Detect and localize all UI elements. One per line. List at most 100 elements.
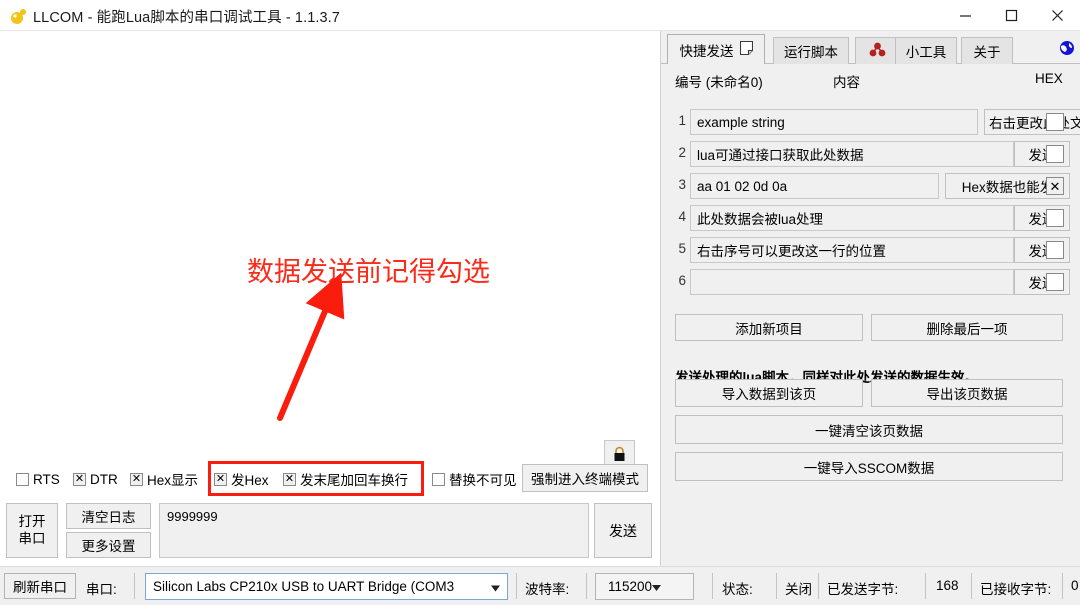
column-header-hex: HEX bbox=[1035, 71, 1063, 86]
tab-quick-send-label: 快捷发送 bbox=[680, 40, 734, 60]
tab-run-script[interactable]: 运行脚本 bbox=[773, 37, 849, 64]
minimize-icon[interactable] bbox=[942, 0, 988, 31]
row-content-input[interactable]: 右击序号可以更改这一行的位置 bbox=[690, 237, 1014, 263]
sent-label: 已发送字节: bbox=[827, 578, 898, 598]
status-divider bbox=[925, 573, 926, 599]
import-page-button[interactable]: 导入数据到该页 bbox=[675, 379, 863, 407]
add-item-button[interactable]: 添加新项目 bbox=[675, 314, 863, 341]
baud-value: 115200 bbox=[608, 579, 652, 594]
sent-value: 168 bbox=[936, 578, 959, 593]
replace-invisible-label: 替换不可见 bbox=[449, 469, 517, 489]
hex-display-checkbox-box[interactable]: ✕ bbox=[130, 473, 143, 486]
export-page-button[interactable]: 导出该页数据 bbox=[871, 379, 1063, 407]
status-divider bbox=[776, 573, 777, 599]
status-divider bbox=[134, 573, 135, 599]
table-row: 1 example string 右击更改此处文字 bbox=[661, 109, 1080, 137]
dtr-label: DTR bbox=[90, 472, 118, 487]
row-number[interactable]: 6 bbox=[673, 273, 686, 288]
log-output-area[interactable] bbox=[0, 31, 660, 431]
annotation-text: 数据发送前记得勾选 bbox=[247, 250, 490, 289]
llcom-window: LLCOM - 能跑Lua脚本的串口调试工具 - 1.1.3.7 RTS ✕ D… bbox=[0, 0, 1080, 605]
status-divider bbox=[818, 573, 819, 599]
table-row: 5 右击序号可以更改这一行的位置 发送 bbox=[661, 237, 1080, 265]
state-value: 关闭 bbox=[785, 578, 812, 598]
checkbox-rts[interactable]: RTS bbox=[16, 466, 60, 492]
row-content-input[interactable]: example string bbox=[690, 109, 978, 135]
more-settings-button[interactable]: 更多设置 bbox=[66, 532, 151, 558]
clear-page-button[interactable]: 一键清空该页数据 bbox=[675, 415, 1063, 444]
status-divider bbox=[971, 573, 972, 599]
port-select[interactable]: Silicon Labs CP210x USB to UART Bridge (… bbox=[145, 573, 508, 600]
globe-icon[interactable] bbox=[1059, 40, 1075, 56]
refresh-ports-button[interactable]: 刷新串口 bbox=[4, 573, 76, 599]
row-hex-checkbox[interactable] bbox=[1046, 145, 1064, 163]
column-header-content: 内容 bbox=[833, 71, 860, 91]
dtr-checkbox-box[interactable]: ✕ bbox=[73, 473, 86, 486]
red-cluster-icon bbox=[869, 42, 886, 60]
table-row: 6 发送 bbox=[661, 269, 1080, 297]
checkbox-dtr[interactable]: ✕ DTR bbox=[73, 466, 118, 492]
tab-tools-label: 小工具 bbox=[906, 41, 947, 61]
page-note-icon bbox=[740, 41, 753, 58]
row-number[interactable]: 1 bbox=[673, 113, 686, 128]
status-divider bbox=[586, 573, 587, 599]
close-icon[interactable] bbox=[1034, 0, 1080, 31]
hex-display-label: Hex显示 bbox=[147, 469, 198, 489]
recv-label: 已接收字节: bbox=[980, 578, 1051, 598]
maximize-icon[interactable] bbox=[988, 0, 1034, 31]
row-content-input[interactable] bbox=[690, 269, 1014, 295]
send-input[interactable]: 9999999 bbox=[159, 503, 589, 558]
tab-tools[interactable]: 小工具 bbox=[895, 37, 957, 64]
red-rectangle-highlight bbox=[208, 461, 424, 496]
tab-cluster[interactable] bbox=[855, 37, 899, 64]
status-bar: 刷新串口 串口: Silicon Labs CP210x USB to UART… bbox=[0, 566, 1080, 605]
chevron-down-icon bbox=[652, 579, 661, 594]
row-action-button[interactable]: 右击更改此处文字 bbox=[984, 109, 1080, 135]
row-number[interactable]: 2 bbox=[673, 145, 686, 160]
table-row: 3 aa 01 02 0d 0a Hex数据也能发 ✕ bbox=[661, 173, 1080, 201]
right-panel: 快捷发送 运行脚本 bbox=[660, 31, 1080, 566]
port-value: Silicon Labs CP210x USB to UART Bridge (… bbox=[153, 579, 454, 594]
row-content-input[interactable]: 此处数据会被lua处理 bbox=[690, 205, 1014, 231]
tab-quick-send[interactable]: 快捷发送 bbox=[667, 34, 765, 64]
tab-about-label: 关于 bbox=[974, 41, 1001, 61]
baud-label: 波特率: bbox=[525, 578, 569, 598]
row-number[interactable]: 4 bbox=[673, 209, 686, 224]
force-terminal-mode-button[interactable]: 强制进入终端模式 bbox=[522, 464, 648, 492]
send-button[interactable]: 发送 bbox=[594, 503, 652, 558]
row-hex-checkbox[interactable] bbox=[1046, 209, 1064, 227]
column-header-number: 编号 (未命名0) bbox=[675, 71, 763, 91]
open-port-button[interactable]: 打开 串口 bbox=[6, 503, 58, 558]
table-row: 4 此处数据会被lua处理 发送 bbox=[661, 205, 1080, 233]
status-divider bbox=[1062, 573, 1063, 599]
chevron-down-icon bbox=[491, 579, 500, 594]
port-label: 串口: bbox=[86, 578, 117, 598]
status-divider bbox=[516, 573, 517, 599]
replace-invisible-checkbox-box[interactable] bbox=[432, 473, 445, 486]
rts-checkbox-box[interactable] bbox=[16, 473, 29, 486]
open-port-line1: 打开 bbox=[19, 514, 46, 531]
row-number[interactable]: 5 bbox=[673, 241, 686, 256]
tab-about[interactable]: 关于 bbox=[961, 37, 1013, 64]
row-content-input[interactable]: lua可通过接口获取此处数据 bbox=[690, 141, 1014, 167]
row-hex-checkbox[interactable] bbox=[1046, 113, 1064, 131]
row-hex-checkbox[interactable]: ✕ bbox=[1046, 177, 1064, 195]
recv-value: 0 bbox=[1071, 578, 1079, 593]
delete-last-button[interactable]: 删除最后一项 bbox=[871, 314, 1063, 341]
checkbox-replace-invisible[interactable]: 替换不可见 bbox=[432, 466, 517, 492]
tab-strip: 快捷发送 运行脚本 bbox=[661, 31, 1080, 64]
baud-select[interactable]: 115200 bbox=[595, 573, 694, 600]
checkbox-hex-display[interactable]: ✕ Hex显示 bbox=[130, 466, 198, 492]
clear-log-button[interactable]: 清空日志 bbox=[66, 503, 151, 529]
open-port-line2: 串口 bbox=[19, 531, 46, 548]
row-content-input[interactable]: aa 01 02 0d 0a bbox=[690, 173, 939, 199]
row-hex-checkbox[interactable] bbox=[1046, 273, 1064, 291]
state-label: 状态: bbox=[722, 578, 753, 598]
title-bar: LLCOM - 能跑Lua脚本的串口调试工具 - 1.1.3.7 bbox=[0, 0, 1080, 31]
row-hex-checkbox[interactable] bbox=[1046, 241, 1064, 259]
table-row: 2 lua可通过接口获取此处数据 发送 bbox=[661, 141, 1080, 169]
rts-label: RTS bbox=[33, 472, 60, 487]
window-title: LLCOM - 能跑Lua脚本的串口调试工具 - 1.1.3.7 bbox=[33, 6, 340, 27]
import-sscom-button[interactable]: 一键导入SSCOM数据 bbox=[675, 452, 1063, 481]
row-number[interactable]: 3 bbox=[673, 177, 686, 192]
